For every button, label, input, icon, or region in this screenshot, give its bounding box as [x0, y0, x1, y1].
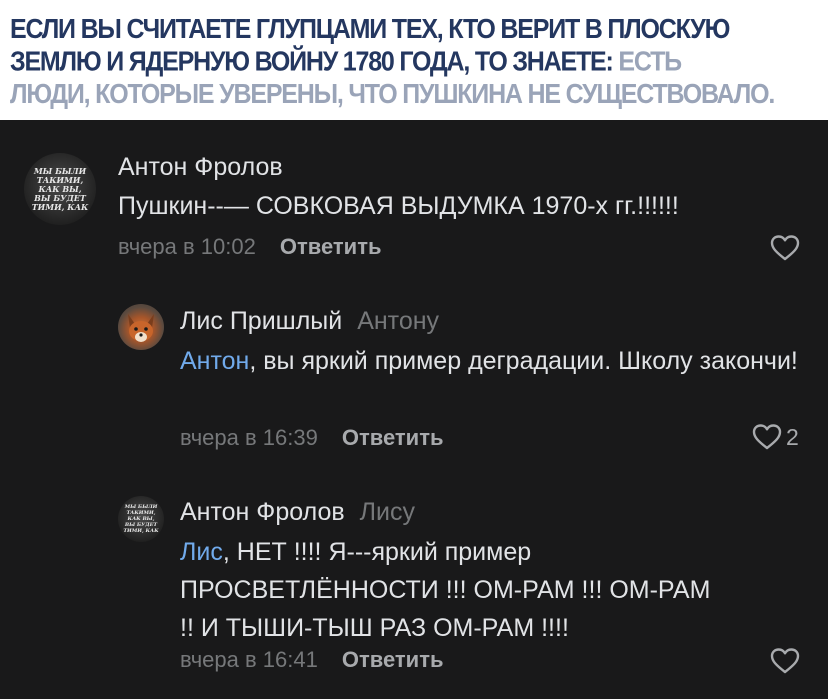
comment-body: , НЕТ !!!! Я---яркий пример ПРОСВЕТЛЁННО…: [180, 538, 711, 642]
like-count: 2: [786, 423, 799, 450]
reply-button[interactable]: Ответить: [280, 234, 382, 259]
comment-text: Лис, НЕТ !!!! Я---яркий пример ПРОСВЕТЛЁ…: [180, 533, 730, 647]
comment-meta: вчера в 16:41 Ответить: [180, 647, 444, 673]
like-button[interactable]: 2: [752, 423, 799, 451]
comment-text: Пушкин--— СОВКОВАЯ ВЫДУМКА 1970-х гг.!!!…: [118, 192, 679, 220]
like-button[interactable]: [770, 647, 800, 675]
comment-meta: вчера в 16:39 Ответить: [180, 425, 444, 451]
heart-icon: [770, 648, 800, 674]
comment-meta: вчера в 10:02 Ответить: [118, 234, 382, 260]
comment-author[interactable]: Антон Фролов: [180, 498, 345, 526]
comment-body: , вы яркий пример деградации. Школу зако…: [249, 347, 798, 375]
mention-link[interactable]: Антон: [180, 347, 249, 375]
comment-author-line: Антон Фролов Лису: [180, 498, 415, 527]
caption-header: ЕСЛИ ВЫ СЧИТАЕТЕ ГЛУПЦАМИ ТЕХ, КТО ВЕРИТ…: [0, 0, 828, 135]
caption-line-3: ЛЮДИ, КОТОРЫЕ УВЕРЕНЫ, ЧТО ПУШКИНА НЕ СУ…: [10, 78, 775, 110]
avatar[interactable]: [118, 304, 164, 350]
comment-author[interactable]: Антон Фролов: [118, 153, 283, 182]
fox-icon: [128, 314, 154, 342]
reply-button[interactable]: Ответить: [342, 647, 444, 672]
comment-2: Лис Пришлый Антону Антон, вы яркий приме…: [0, 295, 828, 455]
reply-to-name[interactable]: Лису: [360, 498, 415, 526]
mention-link[interactable]: Лис: [180, 538, 223, 566]
comment-author[interactable]: Лис Пришлый: [180, 307, 342, 335]
comment-time: вчера в 16:39: [180, 425, 318, 450]
avatar-caption: МЫ БЫЛИ ТАКИМИ, КАК ВЫ, ВЫ БУДЕТ ТИМИ, К…: [31, 165, 89, 212]
comment-author-line: Лис Пришлый Антону: [180, 307, 439, 336]
avatar[interactable]: МЫ БЫЛИ ТАКИМИ, КАК ВЫ, ВЫ БУДЕТ ТИМИ, К…: [24, 153, 96, 225]
like-button[interactable]: [770, 234, 800, 262]
comments-feed: МЫ БЫЛИ ТАКИМИ, КАК ВЫ, ВЫ БУДЕТ ТИМИ, К…: [0, 120, 828, 699]
reply-to-name[interactable]: Антону: [357, 307, 439, 335]
comment-1: МЫ БЫЛИ ТАКИМИ, КАК ВЫ, ВЫ БУДЕТ ТИМИ, К…: [0, 120, 828, 280]
comment-3: МЫ БЫЛИ ТАКИМИ, КАК ВЫ, ВЫ БУДЕТ ТИМИ, К…: [0, 486, 828, 696]
reply-button[interactable]: Ответить: [342, 425, 444, 450]
caption-line-2: ЗЕМЛЮ И ЯДЕРНУЮ ВОЙНУ 1780 ГОДА, ТО ЗНАЕ…: [10, 45, 682, 78]
heart-icon: [770, 235, 800, 261]
comment-time: вчера в 16:41: [180, 647, 318, 672]
heart-icon: [752, 424, 782, 450]
avatar-caption: МЫ БЫЛИ ТАКИМИ, КАК ВЫ, ВЫ БУДЕТ ТИМИ, К…: [123, 504, 159, 534]
comment-time: вчера в 10:02: [118, 234, 256, 259]
avatar[interactable]: МЫ БЫЛИ ТАКИМИ, КАК ВЫ, ВЫ БУДЕТ ТИМИ, К…: [118, 496, 164, 542]
caption-line-1: ЕСЛИ ВЫ СЧИТАЕТЕ ГЛУПЦАМИ ТЕХ, КТО ВЕРИТ…: [10, 13, 730, 45]
comment-text: Антон, вы яркий пример деградации. Школу…: [180, 342, 808, 380]
